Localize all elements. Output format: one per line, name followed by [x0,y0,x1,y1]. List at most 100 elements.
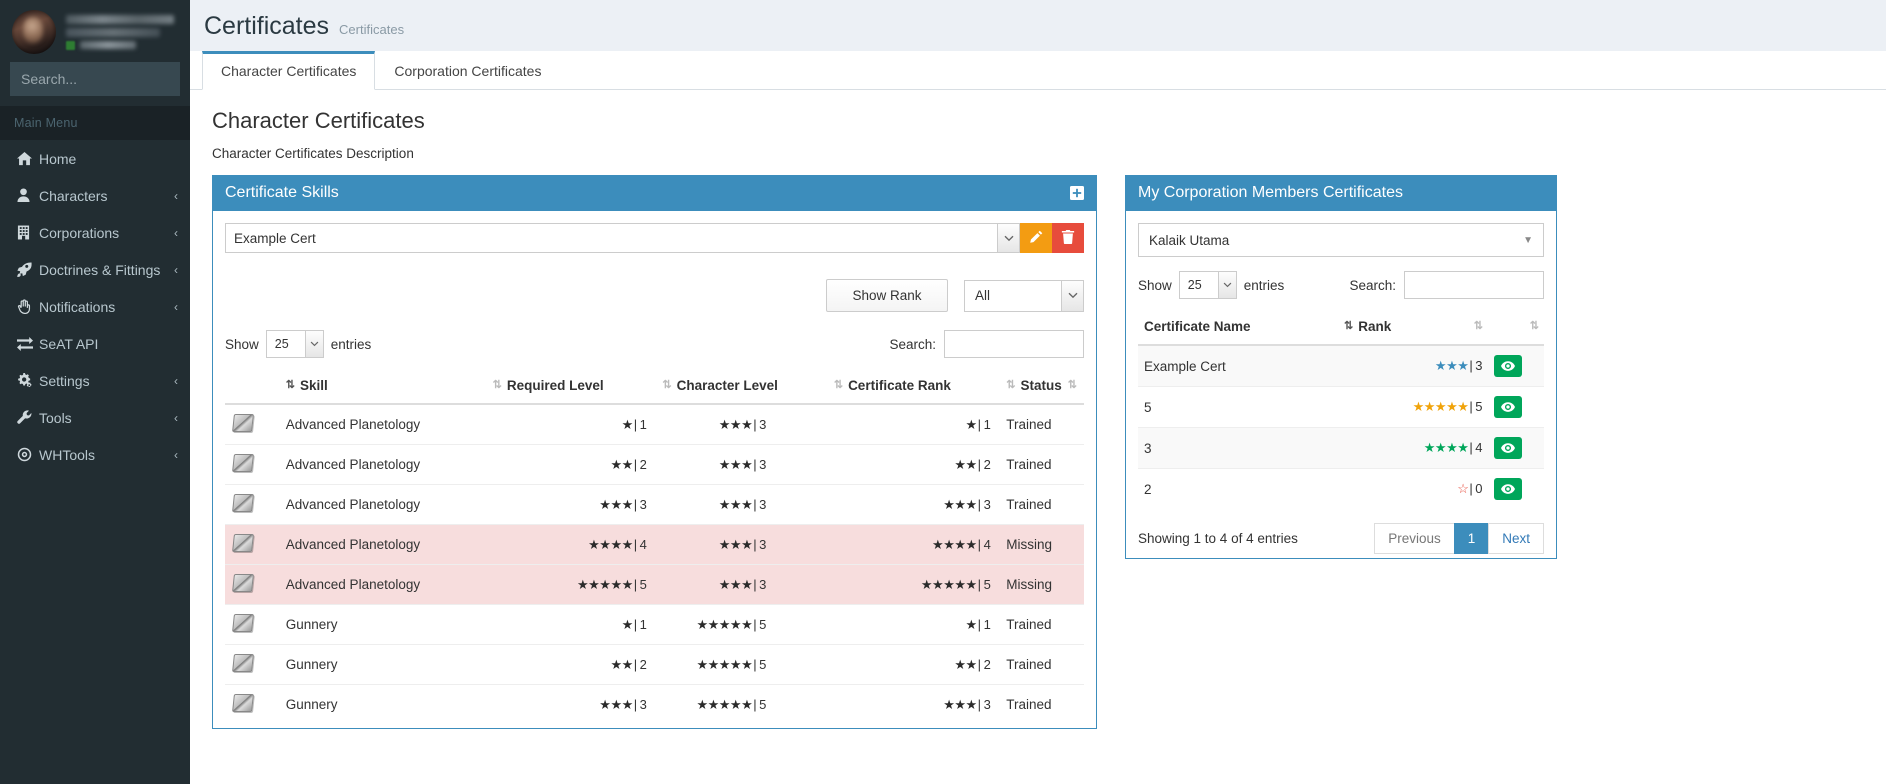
rank-filter-select[interactable]: All [964,279,1084,312]
th-skill[interactable]: ⇅ Skill [277,370,485,405]
th-character-level[interactable]: ⇅ Character Level [654,370,826,405]
chevron-down-icon [1217,272,1236,298]
star-icon: ★ [621,416,634,432]
cell-skill-name: Gunnery [277,684,485,724]
sidebar-item-label: Corporations [39,224,120,241]
edit-certificate-button[interactable] [1020,223,1052,253]
cell-skill-icon [225,524,278,565]
table-row[interactable]: Gunnery ★★| 2 ★★★★★| 5 ★★| 2 Trained [225,644,1084,685]
star-icon: ★ [965,656,978,672]
star-icon: ★ [610,656,622,672]
page-length-select[interactable]: 25 [265,330,324,358]
star-rating: ★★★| 3 [718,496,767,512]
chevron-left-icon: ‹ [174,225,178,240]
user-panel[interactable] [0,0,190,62]
page-length-value: 25 [274,337,289,351]
star-icon: ★ [610,496,622,512]
table-row[interactable]: Advanced Planetology ★★★★| 4 ★★★| 3 ★★★★| 4 Mis… [225,524,1084,565]
th-rank[interactable]: ⇅ Rank ⇅ [1338,311,1488,346]
sidebar-item-home[interactable]: Home [0,140,190,177]
th-certificate-name[interactable]: Certificate Name [1138,311,1338,346]
cell-status: Trained [998,444,1084,485]
cell-skill-name: Advanced Planetology [277,524,485,565]
wrench-icon [17,410,39,425]
star-separator: | [633,616,637,632]
view-certificate-button[interactable] [1494,396,1522,418]
cell-certificate-name: 5 [1138,386,1338,428]
table-row[interactable]: Advanced Planetology ★★| 2 ★★★| 3 ★★| 2 Trained [225,444,1084,485]
th-status[interactable]: ⇅ Status ⇅ [998,370,1084,405]
sidebar-item-settings[interactable]: Settings ‹ [0,362,190,399]
table-row[interactable]: Advanced Planetology ★★★★★| 5 ★★★| 3 ★★★★★| 5 M… [225,564,1084,605]
table-row[interactable]: Gunnery ★★★| 3 ★★★★★| 5 ★★★| 3 Trained [225,684,1084,724]
search-input[interactable] [11,71,212,87]
cell-certificate-rank: ★★★★★| 5 [825,564,999,605]
pagination-next[interactable]: Next [1488,523,1544,554]
cell-required-level: ★| 1 [484,604,655,645]
star-icon: ★ [932,536,944,552]
members-table-row[interactable]: 2 ☆| 0 [1138,468,1544,509]
pagination-page-1[interactable]: 1 [1453,523,1490,554]
members-search-input[interactable] [1404,271,1544,299]
member-select[interactable]: Kalaik Utama ▼ [1138,223,1544,257]
gears-icon [17,373,39,388]
star-icon: ★ [696,616,708,632]
star-separator: | [633,536,637,552]
star-separator: | [1469,481,1473,496]
star-separator: | [977,536,981,552]
cell-skill-icon [225,564,278,605]
certificate-select[interactable]: Example Cert [225,223,998,253]
star-separator: | [977,656,981,672]
sidebar-item-doctrines-fittings[interactable]: Doctrines & Fittings ‹ [0,251,190,288]
cell-status: Missing [998,524,1084,565]
sidebar-item-seat-api[interactable]: SeAT API [0,325,190,362]
section-title: Character Certificates [212,108,425,133]
chevron-left-icon: ‹ [174,262,178,277]
view-certificate-button[interactable] [1494,478,1522,500]
pagination-previous[interactable]: Previous [1374,523,1455,554]
panel-title: Certificate Skills [225,184,339,201]
members-page-length-select[interactable]: 25 [1178,271,1237,299]
search-box[interactable] [10,62,227,96]
cell-character-level: ★★★| 3 [654,403,826,445]
members-search-control: Search: [1349,271,1544,299]
sidebar-item-notifications[interactable]: Notifications ‹ [0,288,190,325]
th-actions[interactable]: ⇅ [1488,311,1544,346]
expand-panel-button[interactable] [1070,186,1084,200]
online-status-icon [66,40,75,50]
star-separator: | [633,576,637,592]
sidebar-item-tools[interactable]: Tools ‹ [0,399,190,436]
page-title: Certificates [204,12,330,40]
cell-certificate-rank: ★| 1 [825,403,999,445]
cell-certificate-rank: ★★| 2 [825,444,999,485]
members-table-row[interactable]: 3 ★★★★| 4 [1138,427,1544,469]
star-rating: ☆| 0 [1457,481,1482,496]
table-row[interactable]: Advanced Planetology ★| 1 ★★★| 3 ★| 1 Trained [225,403,1084,445]
cell-required-level: ★★| 2 [484,444,655,485]
view-certificate-button[interactable] [1494,437,1522,459]
sidebar-item-whtools[interactable]: WHTools ‹ [0,436,190,473]
sidebar-item-characters[interactable]: Characters ‹ [0,177,190,214]
members-panel-header: My Corporation Members Certificates [1126,175,1556,211]
members-table-row[interactable]: Example Cert ★★★| 3 [1138,344,1544,387]
tab-corporation-certificates[interactable]: Corporation Certificates [375,51,560,89]
members-table-row[interactable]: 5 ★★★★★| 5 [1138,386,1544,428]
star-icon: ★ [1457,440,1469,455]
table-row[interactable]: Advanced Planetology ★★★| 3 ★★★| 3 ★★★| 3 Train… [225,484,1084,525]
star-rating: ★★| 2 [610,456,647,472]
th-rank-label: Rank [1358,319,1392,334]
members-table-info: Showing 1 to 4 of 4 entries [1138,531,1298,546]
delete-certificate-button[interactable] [1052,223,1084,253]
show-rank-button[interactable]: Show Rank [826,279,948,312]
skillbook-icon [232,414,254,432]
tab-character-certificates[interactable]: Character Certificates [202,51,376,90]
sidebar-item-corporations[interactable]: Corporations ‹ [0,214,190,251]
table-row[interactable]: Gunnery ★| 1 ★★★★★| 5 ★| 1 Trained [225,604,1084,645]
datatable-controls: Show 25 entries Search: [225,330,1084,358]
chevron-down-icon[interactable] [998,223,1020,253]
cell-skill-icon [225,644,278,685]
table-search-input[interactable] [944,330,1084,358]
view-certificate-button[interactable] [1494,355,1522,377]
th-certificate-rank[interactable]: ⇅ Certificate Rank [825,370,999,405]
th-required-level[interactable]: ⇅ Required Level [484,370,655,405]
